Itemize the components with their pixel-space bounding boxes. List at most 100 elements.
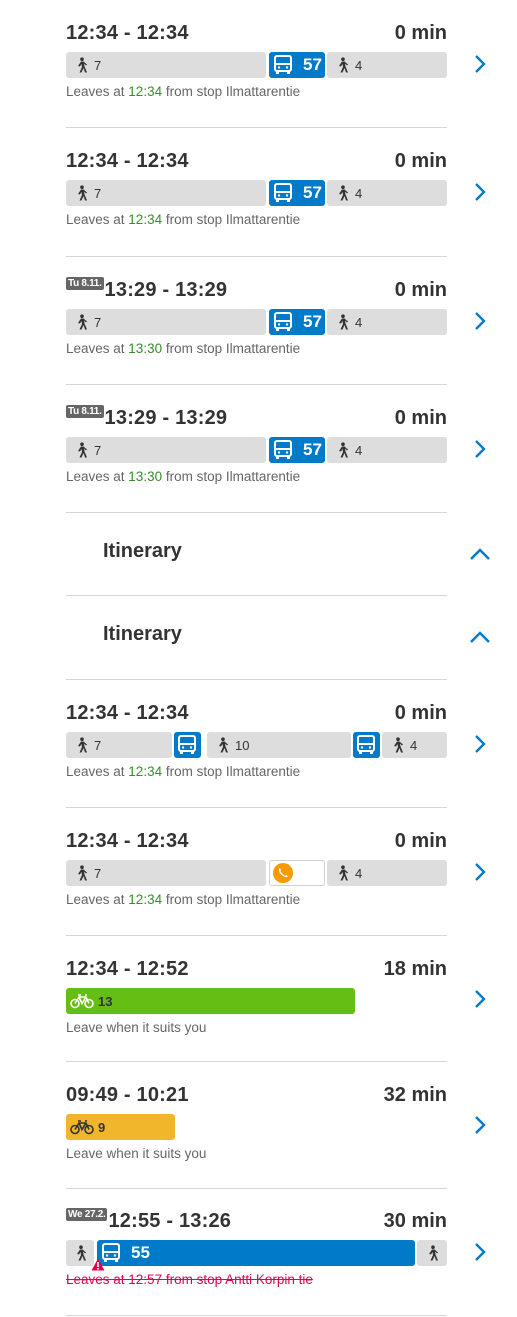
chevron-right-icon[interactable] [474,989,486,1009]
bus-leg: 57 [269,180,325,206]
walk-leg: 4 [327,309,447,335]
itinerary-duration: 30 min [383,1210,447,1232]
itinerary-duration: 0 min [394,150,447,172]
departure-info: Leaves at 12:34 from stop Ilmattarentie [66,764,300,779]
walk-leg: 4 [327,180,447,206]
divider [66,384,447,385]
itinerary-summary[interactable]: 09:49 - 10:21 32 min 9 Leave when it sui… [66,1084,447,1174]
walk-icon [219,737,228,753]
walk-leg [417,1240,447,1266]
itinerary-summary[interactable]: We 27.2. 12:55 - 13:26 30 min 55 Leaves a… [66,1208,447,1305]
itinerary-time-range: 12:34 - 12:34 [66,22,189,44]
departure-prefix: Leaves at [66,469,129,484]
walk-leg: 4 [327,52,447,78]
leg-bar: 7 57 4 [66,180,447,206]
bus-icon [274,440,292,459]
departure-stop: from stop Ilmattarentie [162,212,301,227]
chevron-right-icon[interactable] [474,439,486,459]
cancelled-departure-info: Leaves at 12:57 from stop Antti Korpin t… [66,1272,313,1287]
departure-time: 13:30 [128,341,163,356]
walk-icon [78,314,87,330]
walk-distance: 4 [355,58,363,73]
itinerary-header[interactable]: Itinerary [103,540,182,563]
divider [66,679,447,680]
chevron-right-icon[interactable] [474,54,486,74]
citybike-distance: 9 [98,1120,106,1135]
itinerary-summary[interactable]: 12:34 - 12:34 0 min 7 4 Leaves at 12:34 … [66,830,447,920]
leg-bar: 7 4 [66,860,447,886]
bus-route-number: 57 [303,55,322,74]
leg-bar: 7 57 4 [66,437,447,463]
walk-leg: 4 [382,732,447,758]
itinerary-summary[interactable]: 12:34 - 12:34 0 min 7 57 4 Leaves at 12:… [66,22,447,112]
bicycle-icon [70,994,94,1009]
leg-bar: 9 [66,1114,447,1140]
walk-icon [339,865,348,881]
divider [66,127,447,128]
walk-leg [66,1240,94,1266]
bus-icon [274,312,292,331]
chevron-up-icon[interactable] [469,630,491,644]
itinerary-duration: 32 min [383,1084,447,1106]
departure-info: Leaves at 12:34 from stop Ilmattarentie [66,892,300,907]
bus-icon [274,55,292,74]
departure-info: Leaves at 12:34 from stop Ilmattarentie [66,212,300,227]
itinerary-summary[interactable]: Tu 8.11. 13:29 - 13:29 0 min 7 57 4 Leave… [66,277,447,369]
walk-leg: 4 [327,437,447,463]
chevron-right-icon[interactable] [474,862,486,882]
itinerary-summary[interactable]: 12:34 - 12:34 0 min 7 57 4 Leaves at 12:… [66,150,447,240]
bus-leg: 57 [269,52,325,78]
bus-icon [178,735,196,754]
itinerary-time-range: Tu 8.11. 13:29 - 13:29 [66,277,228,302]
time-text: 13:29 - 13:29 [104,279,228,301]
leg-bar: 7 10 4 [66,732,447,758]
walk-icon [429,1245,438,1261]
divider [66,807,447,808]
bus-leg: 57 [269,309,325,335]
departure-time: 12:34 [128,212,163,227]
bike-distance: 13 [98,994,113,1009]
departure-info: Leaves at 13:30 from stop Ilmattarentie [66,341,300,356]
departure-time: 13:30 [128,469,163,484]
time-text: 12:55 - 13:26 [108,1210,232,1232]
walk-distance: 4 [410,738,418,753]
itinerary-header[interactable]: Itinerary [103,623,182,646]
walk-distance: 7 [94,443,102,458]
itinerary-time-range: Tu 8.11. 13:29 - 13:29 [66,405,227,430]
departure-prefix: Leaves at [66,84,129,99]
itinerary-summary[interactable]: 12:34 - 12:52 18 min 13 Leave when it su… [66,958,447,1048]
chevron-up-icon[interactable] [469,547,491,561]
leg-bar: 55 [66,1240,447,1271]
chevron-right-icon[interactable] [474,1115,486,1135]
chevron-right-icon[interactable] [474,1242,486,1262]
walk-leg: 7 [66,437,266,463]
chevron-right-icon[interactable] [474,311,486,331]
departure-stop: from stop Ilmattarentie [162,469,301,484]
walk-distance: 4 [355,315,363,330]
chevron-right-icon[interactable] [474,182,486,202]
itinerary-duration: 0 min [394,22,447,44]
chevron-right-icon[interactable] [474,734,486,754]
itinerary-summary[interactable]: 12:34 - 12:34 0 min 7 10 4 Leaves at 12:… [66,702,447,792]
itinerary-summary[interactable]: Tu 8.11. 13:29 - 13:29 0 min 7 57 4 Leave… [66,405,447,497]
itinerary-time-range: We 27.2. 12:55 - 13:26 [66,1208,232,1233]
walk-distance: 4 [355,443,363,458]
departure-prefix: Leaves at [66,764,129,779]
walk-distance: 7 [94,738,102,753]
divider [66,1315,447,1316]
bus-route-number: 55 [131,1243,150,1262]
itinerary-time-range: 12:34 - 12:52 [66,958,189,980]
itinerary-time-range: 09:49 - 10:21 [66,1084,189,1106]
divider [66,1188,447,1189]
leg-bar: 7 57 4 [66,52,447,78]
walk-distance: 7 [94,186,102,201]
bus-route-number: 57 [303,312,322,331]
citybike-leg: 9 [66,1114,175,1140]
itinerary-time-range: 12:34 - 12:34 [66,830,189,852]
call-agency-leg [269,860,325,886]
bus-route-number: 57 [303,183,322,202]
walk-distance: 10 [235,738,250,753]
walk-icon [78,442,87,458]
departure-prefix: Leaves at [66,341,129,356]
departure-time: 12:34 [128,892,163,907]
